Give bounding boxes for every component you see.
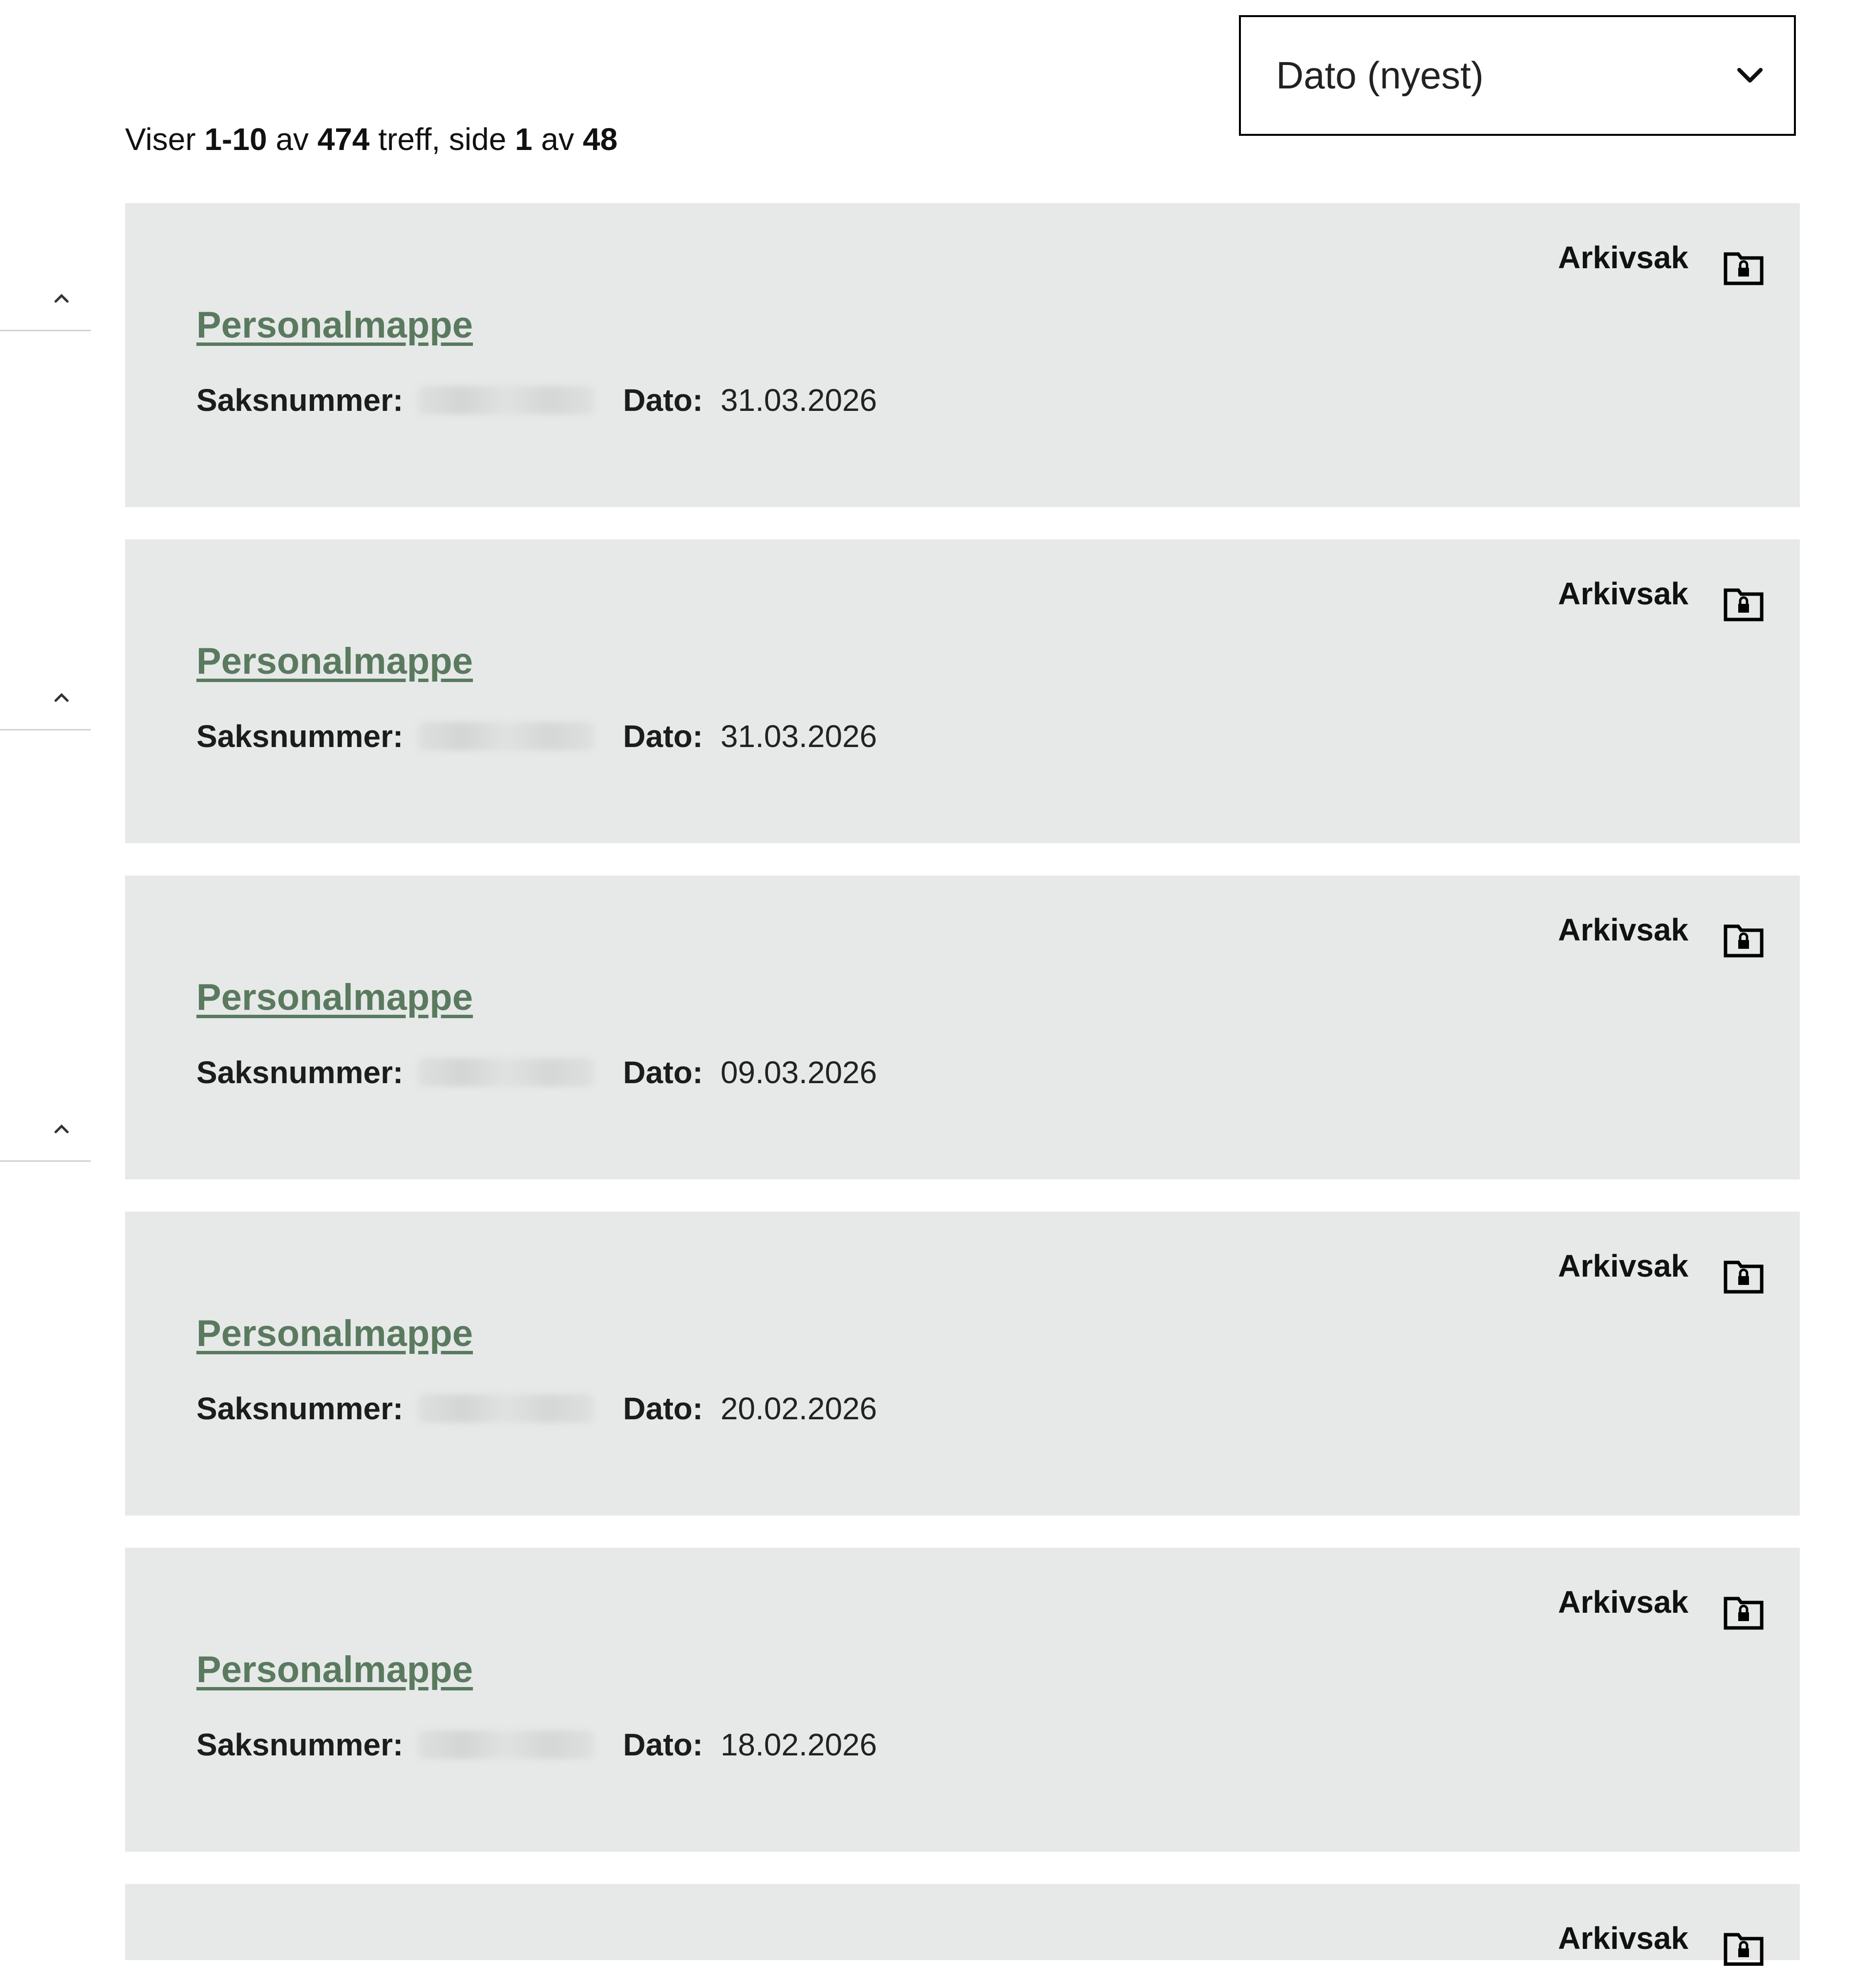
folder-lock-icon [1724, 924, 1764, 958]
result-title-link[interactable]: Personalmappe [196, 976, 473, 1019]
chevron-up-icon [54, 294, 69, 303]
case-number-redacted [418, 1731, 594, 1759]
result-type: Arkivsak [1558, 576, 1688, 611]
result-type: Arkivsak [1558, 912, 1688, 947]
result-meta: Saksnummer: Dato: 09.03.2026 [196, 1054, 877, 1090]
summary-prefix: Viser [125, 122, 196, 157]
date-value: 20.02.2026 [720, 1391, 877, 1426]
case-number-redacted [418, 1058, 594, 1087]
result-meta: Saksnummer: Dato: 18.02.2026 [196, 1727, 877, 1763]
folder-lock-icon [1724, 1597, 1764, 1630]
summary-range: 1-10 [204, 122, 267, 157]
case-number-redacted [418, 1394, 594, 1423]
case-number-label: Saksnummer: [196, 1727, 404, 1762]
sort-select[interactable]: Dato (nyest) [1239, 15, 1796, 136]
result-type: Arkivsak [1558, 1921, 1688, 1956]
case-number-label: Saksnummer: [196, 1391, 404, 1426]
date-label: Dato: [623, 719, 703, 754]
summary-of: av [541, 122, 575, 157]
case-number-redacted [418, 722, 594, 750]
result-card: Arkivsak Personalmappe Saksnummer: Dato:… [125, 539, 1800, 843]
date-value: 09.03.2026 [720, 1055, 877, 1090]
date-value: 18.02.2026 [720, 1727, 877, 1762]
result-meta: Saksnummer: Dato: 31.03.2026 [196, 382, 877, 418]
date-label: Dato: [623, 383, 703, 418]
summary-hits-label: treff, side [378, 122, 507, 157]
result-type: Arkivsak [1558, 240, 1688, 275]
summary-total: 474 [317, 122, 370, 157]
chevron-up-icon [54, 693, 69, 702]
result-title-link[interactable]: Personalmappe [196, 1648, 473, 1691]
result-summary: Viser 1-10 av 474 treff, side 1 av 48 [125, 121, 618, 157]
filter-toggle[interactable] [0, 1102, 91, 1162]
date-label: Dato: [623, 1391, 703, 1426]
result-card: Arkivsak Personalmappe Saksnummer: Dato:… [125, 1212, 1800, 1516]
case-number-redacted [418, 386, 594, 414]
summary-page: 1 [515, 122, 533, 157]
result-title-link[interactable]: Personalmappe [196, 304, 473, 346]
folder-lock-icon [1724, 252, 1764, 285]
result-card: Arkivsak Personalmappe Saksnummer: Dato:… [125, 203, 1800, 507]
result-meta: Saksnummer: Dato: 20.02.2026 [196, 1390, 877, 1427]
result-card: Arkivsak [125, 1884, 1800, 1966]
chevron-up-icon [54, 1124, 69, 1133]
folder-lock-icon [1724, 1261, 1764, 1294]
filter-toggle[interactable] [0, 271, 91, 331]
case-number-label: Saksnummer: [196, 719, 404, 754]
date-label: Dato: [623, 1727, 703, 1762]
result-card: Arkivsak Personalmappe Saksnummer: Dato:… [125, 876, 1800, 1179]
folder-lock-icon [1724, 588, 1764, 621]
result-meta: Saksnummer: Dato: 31.03.2026 [196, 718, 877, 754]
filter-toggle[interactable] [0, 670, 91, 730]
result-card: Arkivsak Personalmappe Saksnummer: Dato:… [125, 1548, 1800, 1852]
result-type: Arkivsak [1558, 1584, 1688, 1620]
summary-of: av [276, 122, 309, 157]
date-value: 31.03.2026 [720, 719, 877, 754]
folder-lock-icon [1724, 1933, 1764, 1966]
sort-selected-value: Dato (nyest) [1276, 54, 1484, 97]
result-type: Arkivsak [1558, 1248, 1688, 1283]
date-value: 31.03.2026 [720, 383, 877, 418]
chevron-down-icon [1737, 67, 1763, 83]
result-title-link[interactable]: Personalmappe [196, 1312, 473, 1355]
result-title-link[interactable]: Personalmappe [196, 640, 473, 683]
case-number-label: Saksnummer: [196, 383, 404, 418]
case-number-label: Saksnummer: [196, 1055, 404, 1090]
date-label: Dato: [623, 1055, 703, 1090]
summary-pages: 48 [582, 122, 618, 157]
